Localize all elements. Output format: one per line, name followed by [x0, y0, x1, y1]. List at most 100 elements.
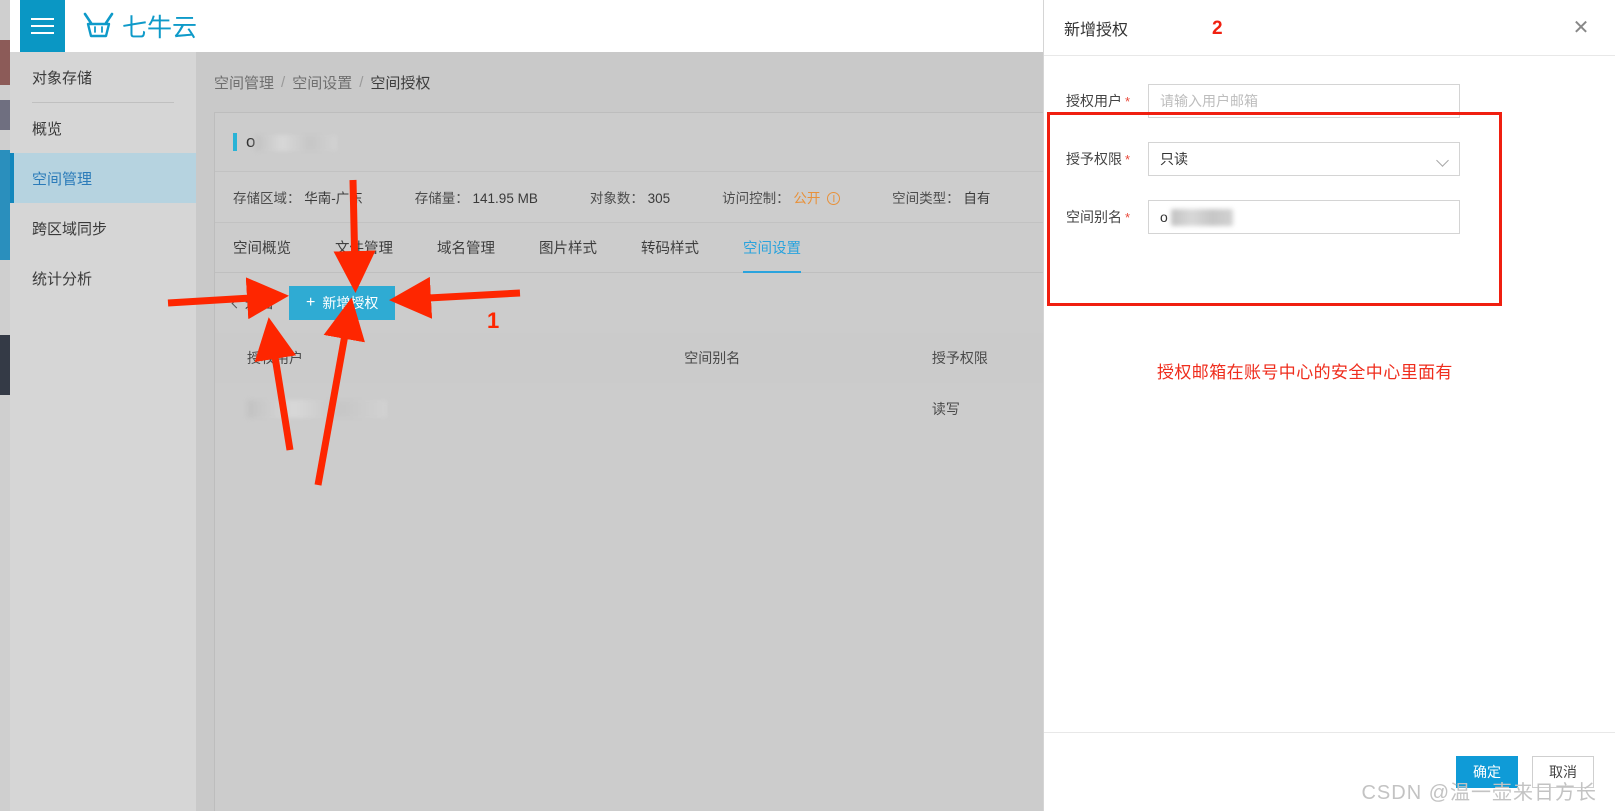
- meta-label: 空间类型：: [892, 191, 960, 206]
- sidebar-title: 对象存储: [32, 69, 93, 87]
- breadcrumb-item-bucket-authorization: 空间授权: [370, 75, 431, 92]
- background-window-sliver: [0, 0, 10, 811]
- sidebar-item-statistics[interactable]: 统计分析: [10, 253, 196, 303]
- required-marker: *: [1125, 209, 1131, 225]
- tab-label: 文件管理: [335, 241, 393, 257]
- tab-label: 转码样式: [641, 241, 699, 257]
- back-button[interactable]: 返回: [231, 293, 273, 313]
- tab-image-style[interactable]: 图片样式: [539, 223, 597, 273]
- field-label-alias: 空间别名 *: [1066, 209, 1131, 225]
- hamburger-icon[interactable]: [20, 0, 65, 52]
- bucket-header: o: [215, 113, 1044, 171]
- breadcrumb-item-bucket-management[interactable]: 空间管理: [214, 72, 274, 93]
- cell-user: [215, 400, 684, 419]
- tab-transcode-style[interactable]: 转码样式: [641, 223, 699, 273]
- sidebar-item-cross-region-sync[interactable]: 跨区域同步: [10, 203, 196, 253]
- breadcrumb: 空间管理 / 空间设置 / 空间授权: [214, 72, 430, 93]
- app-root: 七牛云 对象存储 概览 空间管理 跨区域同步 统计分析 空间管理 / 空间设置 …: [0, 0, 1615, 811]
- permission-select[interactable]: 只读: [1148, 142, 1460, 176]
- sidebar-item-label: 跨区域同步: [32, 220, 108, 238]
- qiniu-bull-logo-icon: [82, 11, 118, 41]
- bucket-meta-row: 存储区域： 华南-广东 存储量： 141.95 MB 对象数： 305 访问控制…: [215, 171, 1044, 223]
- sidebar-item-label: 空间管理: [32, 170, 93, 188]
- table-row[interactable]: 读写: [215, 383, 1044, 435]
- back-button-label: 返回: [245, 295, 273, 311]
- brand-logo[interactable]: 七牛云: [82, 9, 197, 43]
- required-marker: *: [1125, 93, 1131, 109]
- form-row-alias: 空间别名 * o: [1044, 200, 1615, 234]
- panel-body: 授权用户 * 请输入用户邮箱 授予权限 * 只读 空间别名 * o 授权邮箱在账…: [1044, 56, 1615, 382]
- chevron-left-icon: [231, 298, 242, 308]
- breadcrumb-separator: /: [281, 74, 286, 91]
- bucket-name-redacted: [255, 134, 338, 151]
- brand-text: 七牛云: [122, 14, 198, 42]
- permission-select-value: 只读: [1160, 151, 1188, 167]
- main-content: 空间管理 / 空间设置 / 空间授权 o 存储区域： 华南-广东 存储量： 14…: [196, 52, 1044, 811]
- bucket-alias-value: o: [1160, 209, 1168, 225]
- tab-label: 域名管理: [437, 241, 495, 257]
- field-label-user: 授权用户 *: [1066, 93, 1131, 109]
- meta-object-count: 对象数： 305: [590, 187, 670, 207]
- meta-value: 141.95 MB: [472, 191, 538, 206]
- sidebar-item-bucket-management[interactable]: 空间管理: [10, 153, 196, 203]
- column-header-permission: 授予权限: [931, 350, 988, 366]
- bucket-alias-input[interactable]: o: [1148, 200, 1460, 234]
- column-header-user: 授权用户: [247, 350, 303, 366]
- meta-value: 华南-广东: [304, 191, 363, 206]
- meta-value: 305: [647, 191, 671, 206]
- tab-bucket-settings[interactable]: 空间设置: [743, 223, 801, 273]
- tab-domain-management[interactable]: 域名管理: [437, 223, 495, 273]
- toolbar: 返回 + 新增授权: [215, 273, 1044, 333]
- bucket-name: o: [246, 132, 338, 152]
- cell-permission: 读写: [931, 401, 960, 417]
- annotation-note: 授权邮箱在账号中心的安全中心里面有: [1157, 363, 1453, 382]
- authorized-user-input[interactable]: 请输入用户邮箱: [1148, 84, 1460, 118]
- panel-header: 新增授权 ✕ 2: [1044, 0, 1615, 56]
- sidebar-item-overview[interactable]: 概览: [10, 103, 196, 153]
- tab-label: 空间概览: [233, 241, 291, 257]
- plus-icon: +: [306, 294, 316, 311]
- add-authorization-button[interactable]: + 新增授权: [289, 286, 396, 320]
- meta-label: 存储区域：: [233, 191, 301, 206]
- tab-label: 图片样式: [539, 241, 597, 257]
- authorized-user-placeholder: 请输入用户邮箱: [1160, 93, 1258, 109]
- form-row-permission: 授予权限 * 只读: [1044, 142, 1615, 176]
- sidebar: 对象存储 概览 空间管理 跨区域同步 统计分析: [10, 52, 196, 811]
- annotation-marker-2: 2: [1212, 18, 1223, 39]
- field-label-permission: 授予权限 *: [1066, 151, 1131, 167]
- breadcrumb-separator: /: [359, 74, 364, 91]
- tab-file-management[interactable]: 文件管理: [335, 223, 393, 273]
- meta-storage-size: 存储量： 141.95 MB: [415, 187, 538, 207]
- bucket-accent-bar: [233, 133, 237, 151]
- meta-label: 存储量：: [414, 191, 469, 206]
- bucket-alias-redacted: [1170, 208, 1233, 226]
- content-card: o 存储区域： 华南-广东 存储量： 141.95 MB 对象数： 305 访问…: [214, 112, 1044, 811]
- panel-title: 新增授权: [1064, 21, 1129, 39]
- breadcrumb-item-bucket-settings[interactable]: 空间设置: [292, 72, 352, 93]
- required-marker: *: [1125, 151, 1131, 167]
- meta-access-control: 访问控制： 公开: [722, 187, 841, 207]
- info-circle-icon[interactable]: [827, 192, 841, 205]
- meta-bucket-type: 空间类型： 自有: [892, 187, 990, 207]
- chevron-down-icon: [1436, 154, 1449, 167]
- top-bar: 七牛云: [10, 0, 1043, 52]
- cell-user-redacted: [247, 400, 387, 419]
- tab-label: 空间设置: [743, 241, 801, 257]
- tab-bucket-overview[interactable]: 空间概览: [233, 223, 291, 273]
- sidebar-item-label: 统计分析: [32, 270, 93, 288]
- bucket-tabs: 空间概览 文件管理 域名管理 图片样式 转码样式 空间设置: [215, 223, 1044, 273]
- meta-value: 自有: [963, 191, 991, 206]
- watermark: CSDN @温一壶来日方长: [1361, 782, 1597, 804]
- add-authorization-panel: 新增授权 ✕ 2 授权用户 * 请输入用户邮箱 授予权限 * 只读 空间别名 *…: [1043, 0, 1615, 811]
- add-authorization-label: 新增授权: [322, 295, 379, 311]
- form-row-user: 授权用户 * 请输入用户邮箱: [1044, 84, 1615, 118]
- column-header-alias: 空间别名: [684, 350, 741, 366]
- meta-value: 公开: [793, 191, 821, 206]
- meta-label: 访问控制：: [722, 191, 790, 206]
- table-header: 授权用户 空间别名 授予权限: [215, 333, 1044, 383]
- close-icon[interactable]: ✕: [1569, 16, 1593, 40]
- bucket-name-prefix: o: [246, 132, 256, 151]
- meta-label: 对象数：: [589, 191, 644, 206]
- sidebar-item-label: 概览: [32, 120, 63, 138]
- meta-storage-region: 存储区域： 华南-广东: [233, 187, 363, 207]
